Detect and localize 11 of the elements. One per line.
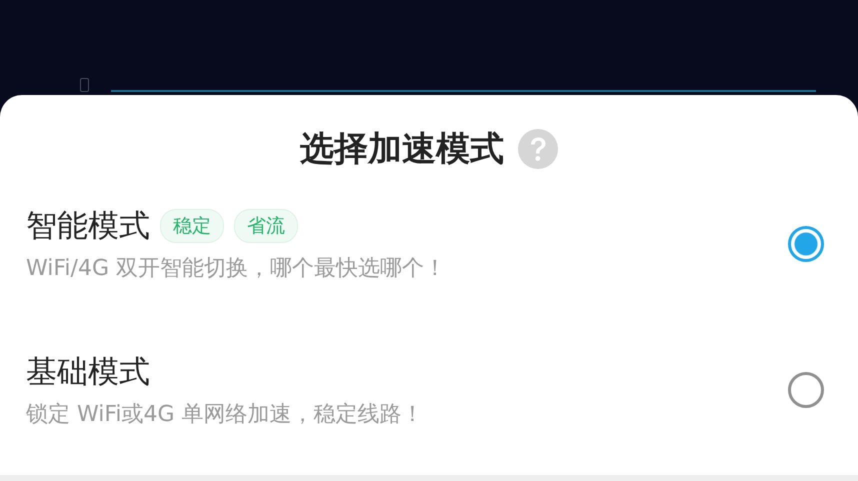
mode-name: 基础模式 [26,353,150,392]
help-icon[interactable] [518,129,558,169]
radio-button[interactable] [788,372,824,408]
mode-name: 智能模式 [26,207,150,246]
mode-tag: 省流 [234,209,298,243]
mode-tag: 稳定 [160,209,224,243]
handle-icon [80,78,89,92]
radio-button[interactable] [788,226,824,262]
sheet-title: 选择加速模式 [300,128,504,171]
mode-description: 锁定 WiFi或4G 单网络加速，稳定线路！ [26,401,425,429]
mode-description: WiFi/4G 双开智能切换，哪个最快选哪个！ [26,255,447,283]
